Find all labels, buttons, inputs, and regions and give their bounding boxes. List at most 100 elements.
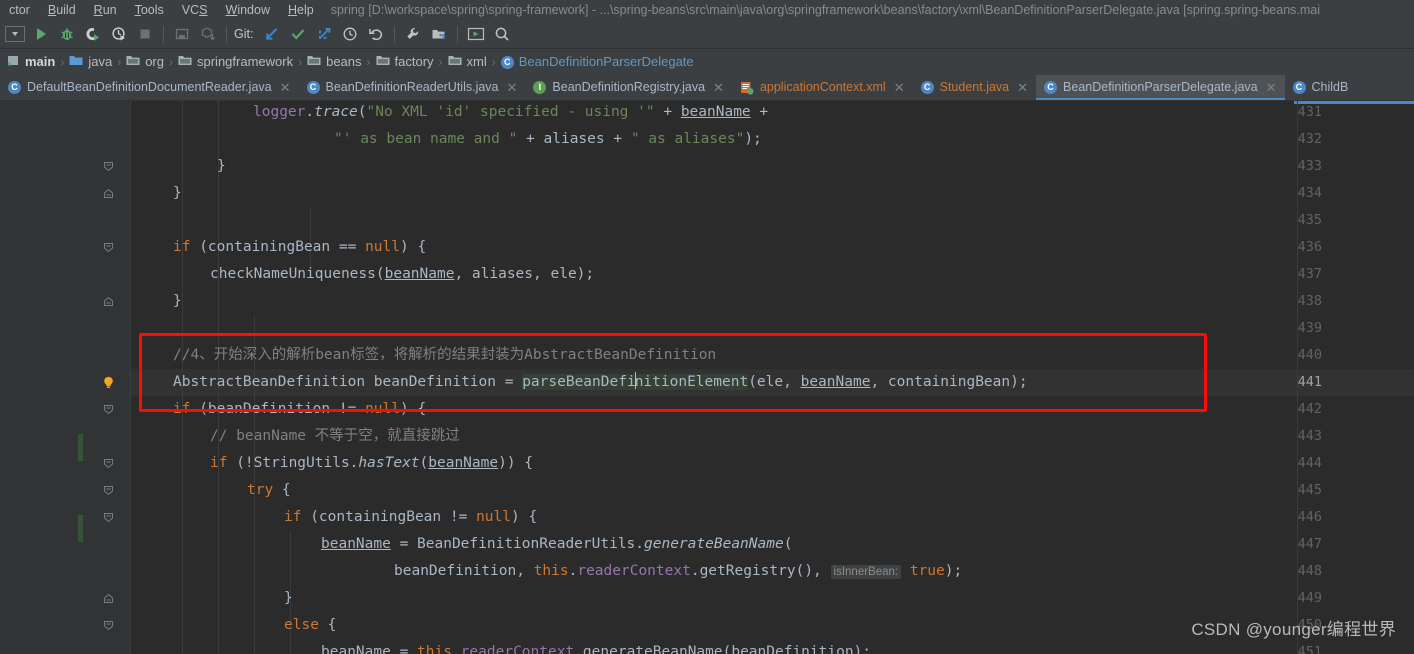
code-line-449: } bbox=[284, 590, 293, 606]
menu-item-vcs[interactable]: VCS bbox=[173, 0, 217, 20]
fold-handle[interactable] bbox=[103, 450, 114, 477]
fold-handle[interactable] bbox=[103, 477, 114, 504]
editor-tab-BeanDefinitionRegistry[interactable]: I BeanDefinitionRegistry.java ✕ bbox=[525, 75, 732, 100]
attach-debugger-button[interactable] bbox=[169, 21, 195, 47]
breadcrumb-separator: › bbox=[366, 55, 371, 69]
tab-close-icon[interactable]: ✕ bbox=[507, 80, 518, 96]
fold-handle[interactable] bbox=[103, 504, 114, 531]
menu-item-refactor[interactable]: ctor bbox=[0, 0, 39, 20]
java-class-icon: C bbox=[1044, 81, 1058, 94]
code-line-437: checkNameUniqueness(beanName, aliases, e… bbox=[210, 266, 595, 282]
update-project-button[interactable] bbox=[259, 21, 285, 47]
fold-handle[interactable] bbox=[103, 585, 114, 612]
tab-label: ChildB bbox=[1311, 80, 1349, 94]
breadcrumb-item-class[interactable]: C BeanDefinitionParserDelegate bbox=[498, 49, 697, 75]
code-editor[interactable]: 431 432 433 434 435 436 437 438 439 440 … bbox=[0, 101, 1414, 654]
breadcrumb-separator: › bbox=[169, 55, 173, 69]
debug-button[interactable] bbox=[54, 21, 80, 47]
code-line-436: if (containingBean == null) { bbox=[173, 239, 427, 255]
folder-icon bbox=[178, 54, 192, 70]
run-with-coverage-button[interactable] bbox=[80, 21, 106, 47]
menu-item-window[interactable]: Window bbox=[217, 0, 279, 20]
editor-tab-ChildB[interactable]: C ChildB bbox=[1285, 75, 1357, 100]
breadcrumb-item-springframework[interactable]: springframework bbox=[175, 49, 296, 75]
code-line-440: //4、开始深入的解析bean标签，将解析的结果封装为AbstractBeanD… bbox=[173, 347, 717, 363]
tab-close-icon[interactable]: ✕ bbox=[1266, 80, 1277, 96]
menu-mnemonic: R bbox=[93, 3, 103, 17]
menu-item-build[interactable]: Build bbox=[39, 0, 85, 20]
code-line-438: } bbox=[173, 293, 182, 309]
breadcrumb-label: java bbox=[88, 54, 113, 69]
fold-handle[interactable] bbox=[103, 396, 114, 423]
tab-label: Student.java bbox=[939, 80, 1010, 94]
menu-label: elp bbox=[297, 3, 314, 17]
tab-close-icon[interactable]: ✕ bbox=[1017, 80, 1028, 96]
search-everywhere-button[interactable] bbox=[489, 21, 515, 47]
breadcrumb-item-main[interactable]: main bbox=[4, 49, 58, 75]
fold-handle[interactable] bbox=[103, 180, 114, 207]
rollback-button[interactable] bbox=[363, 21, 389, 47]
breadcrumb-label: factory bbox=[394, 54, 434, 69]
vcs-change-marker[interactable] bbox=[78, 515, 83, 542]
menu-mnemonic: B bbox=[47, 3, 57, 17]
editor-tab-applicationContext-xml[interactable]: applicationContext.xml ✕ bbox=[732, 75, 913, 100]
window-title: spring [D:\workspace\spring\spring-frame… bbox=[330, 3, 1321, 17]
history-button[interactable] bbox=[337, 21, 363, 47]
tab-close-icon[interactable]: ✕ bbox=[713, 80, 724, 96]
tab-label: DefaultBeanDefinitionDocumentReader.java bbox=[27, 80, 272, 94]
toolbar-separator bbox=[457, 25, 459, 43]
breadcrumb-item-beans[interactable]: beans bbox=[304, 49, 364, 75]
editor-tab-DefaultBeanDefinitionDocumentReader[interactable]: C DefaultBeanDefinitionDocumentReader.ja… bbox=[0, 75, 299, 100]
intention-bulb-icon[interactable] bbox=[101, 369, 117, 396]
spring-xml-icon bbox=[740, 81, 754, 95]
breadcrumb-item-xml[interactable]: xml bbox=[445, 49, 490, 75]
select-run-config-button[interactable] bbox=[463, 21, 489, 47]
editor-tab-BeanDefinitionReaderUtils[interactable]: C BeanDefinitionReaderUtils.java ✕ bbox=[299, 75, 526, 100]
push-button[interactable] bbox=[311, 21, 337, 47]
active-tab-underline bbox=[1036, 98, 1285, 100]
java-interface-icon: I bbox=[533, 81, 547, 94]
java-class-icon: C bbox=[8, 81, 21, 94]
editor-tab-BeanDefinitionParserDelegate[interactable]: C BeanDefinitionParserDelegate.java ✕ bbox=[1036, 75, 1285, 100]
java-class-icon: C bbox=[920, 81, 934, 94]
vcs-change-marker[interactable] bbox=[78, 434, 83, 461]
commit-button[interactable] bbox=[285, 21, 311, 47]
breadcrumb-item-org[interactable]: org bbox=[123, 49, 167, 75]
fold-handle[interactable] bbox=[103, 234, 114, 261]
code-line-447: beanName = BeanDefinitionReaderUtils.gen… bbox=[321, 536, 793, 552]
stop-button[interactable] bbox=[132, 21, 158, 47]
inlay-parameter-hint[interactable]: isInnerBean: bbox=[830, 565, 902, 579]
code-line-446: if (containingBean != null) { bbox=[284, 509, 538, 525]
breadcrumb-item-java[interactable]: java bbox=[66, 49, 115, 75]
run-button[interactable] bbox=[28, 21, 54, 47]
breadcrumb-label: BeanDefinitionParserDelegate bbox=[518, 54, 694, 69]
toolbar-separator bbox=[163, 25, 164, 43]
tab-close-icon[interactable]: ✕ bbox=[894, 80, 905, 96]
fold-handle[interactable] bbox=[103, 153, 114, 180]
breadcrumb-item-factory[interactable]: factory bbox=[373, 49, 437, 75]
code-line-444: if (!StringUtils.hasText(beanName)) { bbox=[210, 455, 534, 471]
menu-item-tools[interactable]: Tools bbox=[126, 0, 173, 20]
tab-close-icon[interactable]: ✕ bbox=[280, 80, 291, 96]
settings-button[interactable] bbox=[400, 21, 426, 47]
menu-label: indow bbox=[237, 3, 270, 17]
code-line-431: logger.trace("No XML 'id' specified - us… bbox=[253, 104, 769, 120]
fold-handle[interactable] bbox=[103, 612, 114, 639]
menu-mnemonic: S bbox=[199, 3, 208, 17]
profile-button[interactable] bbox=[106, 21, 132, 47]
run-configurations-dropdown[interactable] bbox=[2, 21, 28, 47]
module-icon bbox=[7, 54, 20, 70]
editor-tab-Student[interactable]: C Student.java ✕ bbox=[913, 75, 1036, 100]
tab-label: applicationContext.xml bbox=[759, 80, 886, 94]
java-class-icon: C bbox=[306, 81, 320, 94]
breadcrumb-label: beans bbox=[326, 54, 362, 69]
hotswap-button[interactable] bbox=[195, 21, 221, 47]
menu-item-help[interactable]: Help bbox=[279, 0, 323, 20]
java-class-icon: C bbox=[1292, 81, 1306, 94]
fold-handle[interactable] bbox=[103, 288, 114, 315]
code-content[interactable]: logger.trace("No XML 'id' specified - us… bbox=[131, 101, 1414, 654]
menu-item-run[interactable]: Run bbox=[85, 0, 126, 20]
folder-icon bbox=[126, 54, 140, 70]
toolbar-separator bbox=[226, 25, 227, 43]
project-structure-button[interactable] bbox=[426, 21, 452, 47]
